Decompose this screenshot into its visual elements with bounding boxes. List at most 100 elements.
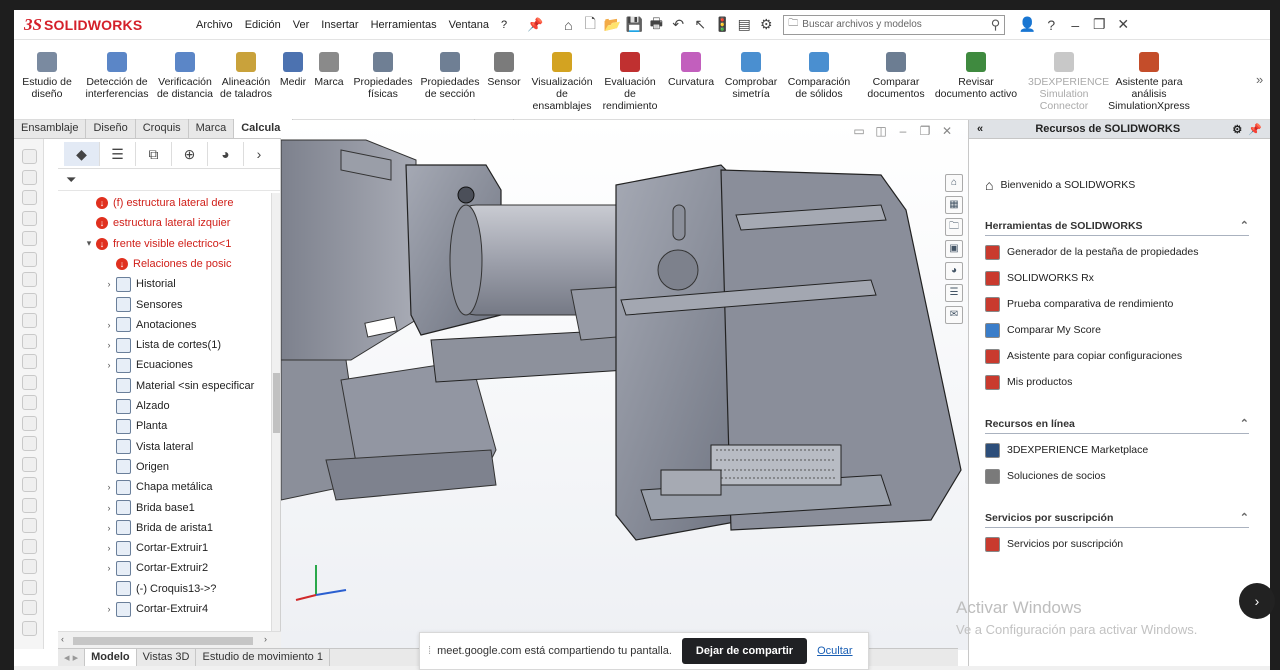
resource-link[interactable]: Prueba comparativa de rendimiento bbox=[985, 291, 1249, 317]
resource-link[interactable]: Generador de la pestaña de propiedades bbox=[985, 239, 1249, 265]
tree-item[interactable]: › Chapa metálica bbox=[102, 477, 212, 497]
expand-arrow-icon[interactable]: › bbox=[102, 523, 116, 533]
tree-item[interactable]: Planta bbox=[102, 416, 167, 436]
expand-arrow-icon[interactable]: › bbox=[102, 320, 116, 330]
restore-icon[interactable]: ❐ bbox=[1087, 16, 1111, 33]
select-icon[interactable]: ↖ bbox=[689, 16, 711, 33]
ribbon-button-5[interactable]: Marca bbox=[314, 40, 344, 120]
save-icon[interactable]: 💾 bbox=[623, 16, 645, 33]
forum-tab-icon[interactable]: ✉ bbox=[945, 306, 963, 324]
expand-arrow-icon[interactable]: ▾ bbox=[82, 238, 96, 249]
dimxpert-tab-icon[interactable]: ⊕ bbox=[172, 141, 208, 166]
tree-item[interactable]: ▾ ↓ frente visible electrico<1 bbox=[82, 234, 231, 254]
toolbar-icon[interactable] bbox=[22, 579, 37, 595]
view-palette-tab-icon[interactable]: ▣ bbox=[945, 240, 963, 258]
section-header[interactable]: Recursos en línea ⌃ bbox=[985, 414, 1249, 434]
chevron-up-icon[interactable]: ⌃ bbox=[1240, 219, 1249, 232]
ribbon-button-8[interactable]: Sensor bbox=[486, 40, 522, 120]
expand-arrow-icon[interactable]: › bbox=[102, 360, 116, 370]
toolbar-icon[interactable] bbox=[22, 518, 37, 533]
toolbar-icon[interactable] bbox=[22, 600, 37, 615]
resource-link[interactable]: Soluciones de socios bbox=[985, 463, 1249, 489]
floating-action-icon[interactable]: › bbox=[1239, 583, 1275, 619]
expand-arrow-icon[interactable]: › bbox=[102, 604, 116, 614]
filter-icon[interactable]: ⏷ bbox=[58, 169, 280, 191]
toolbar-icon[interactable] bbox=[22, 497, 37, 513]
resource-link[interactable]: Mis productos bbox=[985, 369, 1249, 395]
chevron-up-icon[interactable]: ⌃ bbox=[1240, 511, 1249, 524]
split-icon[interactable]: ◫ bbox=[870, 124, 892, 138]
property-manager-tab-icon[interactable]: ☰ bbox=[100, 141, 136, 166]
ribbon-button-3[interactable]: Alineación de taladros bbox=[218, 40, 274, 120]
tree-item[interactable]: Vista lateral bbox=[102, 437, 193, 457]
toolbar-icon[interactable] bbox=[22, 292, 37, 308]
toolbar-icon[interactable] bbox=[22, 456, 37, 472]
menu-item-3[interactable]: Insertar bbox=[315, 19, 364, 31]
undo-icon[interactable]: ↶ bbox=[667, 16, 689, 33]
custom-properties-tab-icon[interactable]: ☰ bbox=[945, 284, 963, 302]
pane-pin-icon[interactable]: 📌 bbox=[1248, 123, 1262, 136]
bottom-tab-1[interactable]: Vistas 3D bbox=[137, 649, 197, 667]
ribbon-button-12[interactable]: Comprobar simetría bbox=[722, 40, 780, 120]
tree-item[interactable]: › Cortar-Extruir1 bbox=[102, 538, 208, 558]
ribbon-button-0[interactable]: Estudio de diseño bbox=[18, 40, 76, 120]
menu-item-5[interactable]: Ventana bbox=[443, 19, 495, 31]
file-properties-icon[interactable]: ▤ bbox=[733, 16, 755, 33]
tree-item[interactable]: ↓ estructura lateral izquier bbox=[82, 213, 230, 233]
menu-item-6[interactable]: ? bbox=[495, 19, 513, 31]
resource-link[interactable]: 3DEXPERIENCE Marketplace bbox=[985, 437, 1249, 463]
configuration-manager-tab-icon[interactable]: ⧉ bbox=[136, 141, 172, 166]
tree-item[interactable]: › Ecuaciones bbox=[102, 355, 193, 375]
toolbar-icon[interactable] bbox=[22, 149, 37, 164]
search-icon[interactable]: ⚲ bbox=[991, 17, 1001, 33]
tab-0[interactable]: Ensamblaje bbox=[14, 119, 87, 138]
user-icon[interactable]: 👤 bbox=[1015, 16, 1039, 33]
ribbon-button-1[interactable]: Detección de interferencias bbox=[82, 40, 152, 120]
tree-item[interactable]: Sensores bbox=[102, 295, 182, 315]
ribbon-button-14[interactable]: Comparar documentos bbox=[866, 40, 926, 120]
toolbar-icon[interactable] bbox=[22, 559, 37, 574]
minimize-icon[interactable]: – bbox=[1063, 17, 1087, 33]
expand-arrow-icon[interactable]: › bbox=[102, 503, 116, 513]
toolbar-icon[interactable] bbox=[22, 190, 37, 205]
toolbar-icon[interactable] bbox=[22, 477, 37, 492]
ribbon-button-13[interactable]: Comparación de sólidos bbox=[786, 40, 852, 120]
menu-item-0[interactable]: Archivo bbox=[190, 19, 239, 31]
toolbar-icon[interactable] bbox=[22, 436, 37, 451]
ribbon-button-10[interactable]: Evaluación de rendimiento bbox=[600, 40, 660, 120]
ribbon-button-16[interactable]: 3DEXPERIENCE Simulation Connector bbox=[1028, 40, 1109, 120]
menu-item-4[interactable]: Herramientas bbox=[365, 19, 443, 31]
tree-item[interactable]: › Brida base1 bbox=[102, 498, 195, 518]
panel-expand-icon[interactable]: › bbox=[244, 142, 274, 166]
close-icon[interactable]: ✕ bbox=[1111, 16, 1135, 33]
design-library-tab-icon[interactable]: ▦ bbox=[945, 196, 963, 214]
ribbon-button-4[interactable]: Medir bbox=[278, 40, 308, 120]
ribbon-button-6[interactable]: Propiedades físicas bbox=[352, 40, 414, 120]
feature-tree-tab-icon[interactable]: ◆ bbox=[64, 141, 100, 166]
tree-item[interactable]: (-) Croquis13->? bbox=[102, 579, 216, 599]
resource-link[interactable]: Comparar My Score bbox=[985, 317, 1249, 343]
tree-item[interactable]: › Anotaciones bbox=[102, 315, 197, 335]
tree-item[interactable]: › Brida de arista1 bbox=[102, 518, 213, 538]
ribbon-button-9[interactable]: Visualización de ensamblajes bbox=[530, 40, 594, 120]
tab-scroll-icon[interactable]: ◂ ▸ bbox=[58, 649, 86, 667]
menu-item-2[interactable]: Ver bbox=[287, 19, 316, 31]
appearances-tab-icon[interactable]: ◕ bbox=[945, 262, 963, 280]
home-icon[interactable]: ⌂ bbox=[557, 17, 579, 33]
scroll-right-icon[interactable]: › bbox=[264, 634, 267, 644]
solidworks-logo[interactable]: 3S SOLIDWORKS bbox=[24, 15, 174, 35]
close-view-icon[interactable]: ✕ bbox=[936, 124, 958, 138]
graphics-area[interactable]: ▭ ◫ – ❐ ✕ ⌂ ▦ 🗀 ▣ ◕ ☰ ✉ bbox=[281, 120, 968, 650]
resources-tab-icon[interactable]: ⌂ bbox=[945, 174, 963, 192]
tree-item[interactable]: › Cortar-Extruir4 bbox=[102, 599, 208, 619]
options-icon[interactable]: ⚙ bbox=[755, 16, 777, 33]
help-icon[interactable]: ? bbox=[1039, 17, 1063, 33]
tree-item[interactable]: › Cortar-Extruir2 bbox=[102, 558, 208, 578]
tree-item[interactable]: ↓ Relaciones de posic bbox=[102, 254, 231, 274]
tile-icon[interactable]: ▭ bbox=[848, 124, 870, 138]
minimize-view-icon[interactable]: – bbox=[892, 124, 914, 138]
expand-arrow-icon[interactable]: › bbox=[102, 340, 116, 350]
expand-arrow-icon[interactable]: › bbox=[102, 279, 116, 289]
section-header[interactable]: Herramientas de SOLIDWORKS ⌃ bbox=[985, 216, 1249, 236]
file-explorer-tab-icon[interactable]: 🗀 bbox=[945, 218, 963, 236]
